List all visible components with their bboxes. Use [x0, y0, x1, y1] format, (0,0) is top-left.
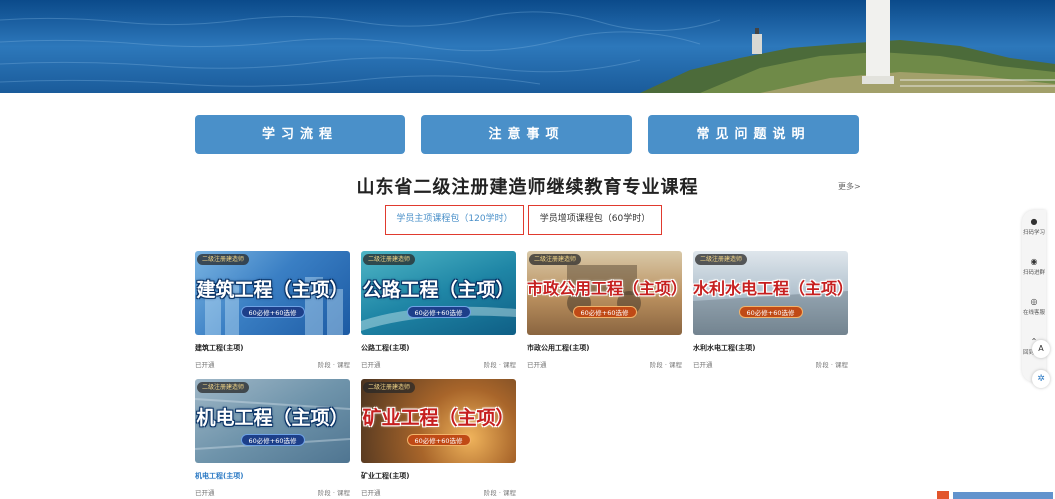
course-card-highway[interactable]: 二级注册建造师 公路工程（主项） 60必修+60选修 公路工程(主项) 已开通 …: [361, 251, 516, 369]
more-link[interactable]: 更多>: [838, 181, 861, 192]
online-service-item[interactable]: ◎ 在线客服: [1022, 296, 1046, 316]
course-thumbnail: 二级注册建造师 建筑工程（主项） 60必修+60选修: [195, 251, 350, 335]
hero-banner: [0, 0, 1055, 93]
course-stage: 阶段 · 课程: [815, 361, 848, 369]
course-status: 已开通: [195, 489, 215, 497]
course-hours-pill: 60必修+60选修: [406, 434, 471, 446]
qq-icon: ◉: [1030, 257, 1038, 266]
course-thumbnail: 二级注册建造师 市政公用工程（主项） 60必修+60选修: [527, 251, 682, 335]
scan-group-item[interactable]: ◉ 扫码进群: [1022, 256, 1046, 276]
course-hours-pill: 60必修+60选修: [240, 306, 305, 318]
course-card-water[interactable]: 二级注册建造师 水利水电工程（主项） 60必修+60选修 水利水电工程(主项) …: [693, 251, 848, 369]
course-status: 已开通: [693, 361, 713, 369]
course-card-municipal[interactable]: 二级注册建造师 市政公用工程（主项） 60必修+60选修 市政公用工程(主项) …: [527, 251, 682, 369]
online-service-label: 在线客服: [1022, 310, 1045, 316]
course-card-construction[interactable]: 二级注册建造师 建筑工程（主项） 60必修+60选修 建筑工程(主项) 已开通 …: [195, 251, 350, 369]
course-title-graphic: 机电工程（主项）: [196, 407, 349, 429]
course-tag: 二级注册建造师: [363, 382, 416, 393]
course-name[interactable]: 矿业工程(主项): [361, 471, 516, 481]
course-hours-pill: 60必修+60选修: [240, 434, 305, 446]
course-name[interactable]: 水利水电工程(主项): [693, 343, 848, 353]
translate-icon[interactable]: A: [1032, 340, 1050, 358]
tab-main-package[interactable]: 学员主项课程包（120学时）: [385, 205, 524, 235]
course-thumbnail: 二级注册建造师 机电工程（主项） 60必修+60选修: [195, 379, 350, 463]
course-tag: 二级注册建造师: [197, 382, 250, 393]
section-title: 山东省二级注册建造师继续教育专业课程: [356, 177, 699, 198]
course-name[interactable]: 建筑工程(主项): [195, 343, 350, 353]
notes-button[interactable]: 注意事项: [421, 115, 632, 154]
course-thumbnail: 二级注册建造师 矿业工程（主项） 60必修+60选修: [361, 379, 516, 463]
course-meta: 已开通 阶段 · 课程: [361, 359, 516, 369]
course-meta: 已开通 阶段 · 课程: [361, 487, 516, 497]
tab-extra-package[interactable]: 学员增项课程包（60学时）: [528, 205, 662, 235]
course-tag: 二级注册建造师: [529, 254, 582, 265]
course-hours-pill: 60必修+60选修: [406, 306, 471, 318]
course-tag: 二级注册建造师: [363, 254, 416, 265]
brand-logo: [937, 491, 1053, 499]
course-title-graphic: 建筑工程（主项）: [196, 279, 349, 301]
course-card-mining[interactable]: 二级注册建造师 矿业工程（主项） 60必修+60选修 矿业工程(主项) 已开通 …: [361, 379, 516, 497]
scan-study-label: 扫码学习: [1022, 230, 1045, 236]
course-title-graphic: 市政公用工程（主项）: [527, 279, 682, 298]
course-meta: 已开通 阶段 · 课程: [527, 359, 682, 369]
sea-lighthouse-image: [0, 0, 1055, 93]
course-stage: 阶段 · 课程: [649, 361, 682, 369]
course-title-graphic: 水利水电工程（主项）: [693, 279, 848, 298]
course-card-mechanical[interactable]: 二级注册建造师 机电工程（主项） 60必修+60选修 机电工程(主项) 已开通 …: [195, 379, 350, 497]
course-name[interactable]: 公路工程(主项): [361, 343, 516, 353]
course-thumbnail: 二级注册建造师 水利水电工程（主项） 60必修+60选修: [693, 251, 848, 335]
course-stage: 阶段 · 课程: [483, 489, 516, 497]
course-meta: 已开通 阶段 · 课程: [195, 359, 350, 369]
course-tag: 二级注册建造师: [197, 254, 250, 265]
course-hours-pill: 60必修+60选修: [572, 306, 637, 318]
course-status: 已开通: [527, 361, 547, 369]
assistant-icon[interactable]: ✲: [1032, 370, 1050, 388]
course-meta: 已开通 阶段 · 课程: [195, 487, 350, 497]
wechat-icon: ●: [1030, 217, 1038, 226]
course-title-graphic: 矿业工程（主项）: [362, 407, 515, 429]
course-status: 已开通: [195, 361, 215, 369]
course-name[interactable]: 机电工程(主项): [195, 471, 350, 481]
course-title-graphic: 公路工程（主项）: [362, 279, 515, 301]
course-hours-pill: 60必修+60选修: [738, 306, 803, 318]
page: 学习流程 注意事项 常见问题说明 山东省二级注册建造师继续教育专业课程 更多> …: [0, 0, 1055, 499]
course-tag: 二级注册建造师: [695, 254, 748, 265]
course-meta: 已开通 阶段 · 课程: [693, 359, 848, 369]
course-status: 已开通: [361, 361, 381, 369]
course-name[interactable]: 市政公用工程(主项): [527, 343, 682, 353]
course-stage: 阶段 · 课程: [483, 361, 516, 369]
learning-flow-button[interactable]: 学习流程: [195, 115, 405, 154]
scan-study-item[interactable]: ● 扫码学习: [1022, 216, 1046, 236]
course-status: 已开通: [361, 489, 381, 497]
course-stage: 阶段 · 课程: [317, 361, 350, 369]
headset-icon: ◎: [1030, 297, 1038, 306]
course-stage: 阶段 · 课程: [317, 489, 350, 497]
faq-button[interactable]: 常见问题说明: [648, 115, 859, 154]
scan-group-label: 扫码进群: [1022, 270, 1045, 276]
course-thumbnail: 二级注册建造师 公路工程（主项） 60必修+60选修: [361, 251, 516, 335]
